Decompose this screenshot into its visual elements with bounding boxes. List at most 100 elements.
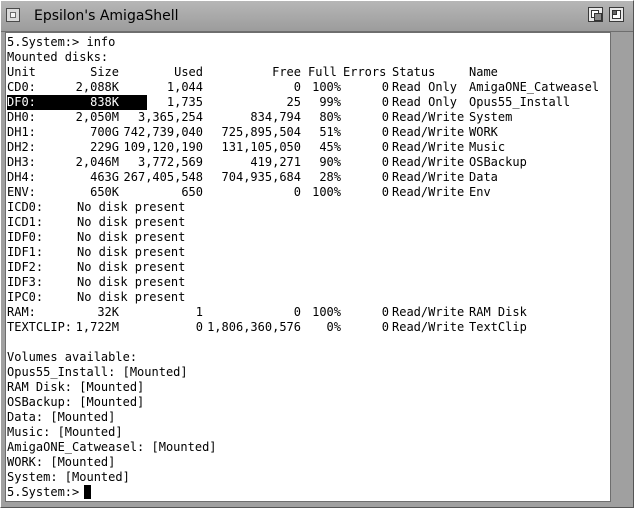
close-gadget-icon[interactable] (6, 8, 20, 22)
volume-line: Opus55_Install: [Mounted] (7, 365, 188, 380)
disk-size: 2,050M (75, 110, 119, 124)
disk-errors: 0 (381, 80, 389, 94)
no-disk-text: No disk present (77, 245, 186, 259)
console-output[interactable]: 5.System:> info Mounted disks: Unit Size… (5, 32, 611, 502)
disk-unit: IDF0: (7, 230, 44, 244)
disk-unit: DH3: (7, 155, 36, 169)
disk-full: 80% (319, 110, 341, 124)
disk-used: 1,735 (166, 95, 203, 109)
volume-entry: Opus55_Install: [Mounted] (7, 365, 188, 379)
volume-entry: WORK: [Mounted] (7, 455, 116, 469)
disk-full: 100% (312, 80, 341, 94)
disk-status: Read Only (392, 80, 458, 94)
disk-name: Opus55_Install (469, 95, 571, 109)
mounted-header: Mounted disks: (7, 50, 109, 64)
volumes-header: Volumes available: (7, 350, 138, 364)
disk-errors: 0 (381, 95, 389, 109)
disk-full: 90% (319, 155, 341, 169)
disk-unit: DH1: (7, 125, 36, 139)
disk-used: 1,044 (166, 80, 203, 94)
disk-unit: IDF3: (7, 275, 44, 289)
disk-used: 109,120,190 (123, 140, 203, 154)
volume-line: AmigaONE_Catweasel: [Mounted] (7, 440, 217, 455)
disk-row: DH1: 700G 742,739,040 725,895,504 51% 0 Read/W… (7, 125, 498, 140)
disk-name: Data (469, 170, 498, 184)
disk-size: 838K (90, 95, 119, 109)
zoom-gadget-icon[interactable] (609, 7, 624, 22)
col-used: Used (174, 65, 203, 79)
disk-row: IPC0: No disk present (7, 290, 185, 305)
disk-row: DH0: 2,050M 3,365,254 834,794 80% 0 Read/Write… (7, 110, 512, 125)
command-line: 5.System:> info (7, 35, 116, 49)
disk-unit: DF0: (7, 95, 36, 109)
disk-row: RAM: 32K 1 0 100% 0 Read/Write RAM Disk (7, 305, 527, 320)
disk-free: 419,271 (250, 155, 301, 169)
disk-free: 25 (286, 95, 301, 109)
disk-unit: ICD1: (7, 215, 44, 229)
disk-status: Read/Write (392, 125, 465, 139)
disk-name: System (469, 110, 513, 124)
prompt-line[interactable]: 5.System:> (7, 485, 91, 500)
disk-name: TextClip (469, 320, 527, 334)
disk-status: Read/Write (392, 185, 465, 199)
shell-window: Epsilon's AmigaShell 5.System:> info Mou… (0, 0, 634, 508)
disk-status: Read Only (392, 95, 458, 109)
disk-errors: 0 (381, 170, 389, 184)
disk-full: 0% (326, 320, 341, 334)
column-header-row: Unit Size Used Free Full Errors Status N… (7, 65, 498, 80)
volume-entry: Data: [Mounted] (7, 410, 116, 424)
disk-used: 3,772,569 (137, 155, 203, 169)
title-bar[interactable]: Epsilon's AmigaShell (1, 1, 633, 32)
disk-used: 742,739,040 (123, 125, 203, 139)
col-name: Name (469, 65, 498, 79)
no-disk-text: No disk present (77, 290, 186, 304)
disk-unit: ICD0: (7, 200, 44, 214)
disk-used: 267,405,548 (123, 170, 203, 184)
disk-size: 463G (90, 170, 119, 184)
disk-unit: IDF1: (7, 245, 44, 259)
window-right-border (612, 32, 633, 507)
disk-unit: TEXTCLIP: (7, 320, 73, 334)
disk-row: ICD1: No disk present (7, 215, 185, 230)
disk-errors: 0 (381, 140, 389, 154)
volume-entry: RAM Disk: [Mounted] (7, 380, 145, 394)
disk-status: Read/Write (392, 305, 465, 319)
disk-status: Read/Write (392, 320, 465, 334)
disk-unit: DH4: (7, 170, 36, 184)
window-bottom-border (1, 502, 612, 507)
disk-used: 3,365,254 (137, 110, 203, 124)
disk-unit: RAM: (7, 305, 36, 319)
disk-full: 28% (319, 170, 341, 184)
volume-entry: System: [Mounted] (7, 470, 130, 484)
disk-free: 0 (293, 80, 301, 94)
disk-used: 650 (181, 185, 203, 199)
volume-entry: OSBackup: [Mounted] (7, 395, 145, 409)
disk-free: 834,794 (250, 110, 301, 124)
disk-errors: 0 (381, 305, 389, 319)
disk-status: Read/Write (392, 140, 465, 154)
disk-full: 100% (312, 185, 341, 199)
disk-errors: 0 (381, 320, 389, 334)
prompt-text: 5.System:> (7, 485, 87, 499)
disk-unit: DH2: (7, 140, 36, 154)
col-errors: Errors (343, 65, 387, 79)
disk-name: WORK (469, 125, 498, 139)
disk-size: 650K (90, 185, 119, 199)
disk-row: IDF0: No disk present (7, 230, 185, 245)
disk-name: Music (469, 140, 506, 154)
disk-free: 0 (293, 185, 301, 199)
disk-name: Env (469, 185, 491, 199)
depth-gadget-icon[interactable] (588, 7, 603, 22)
col-status: Status (392, 65, 436, 79)
disk-size: 700G (90, 125, 119, 139)
col-full: Full (308, 65, 337, 79)
disk-unit: CD0: (7, 80, 36, 94)
disk-status: Read/Write (392, 110, 465, 124)
disk-full: 51% (319, 125, 341, 139)
col-size: Size (90, 65, 119, 79)
disk-used: 1 (195, 305, 203, 319)
disk-used: 0 (195, 320, 203, 334)
no-disk-text: No disk present (77, 230, 186, 244)
disk-full: 100% (312, 305, 341, 319)
